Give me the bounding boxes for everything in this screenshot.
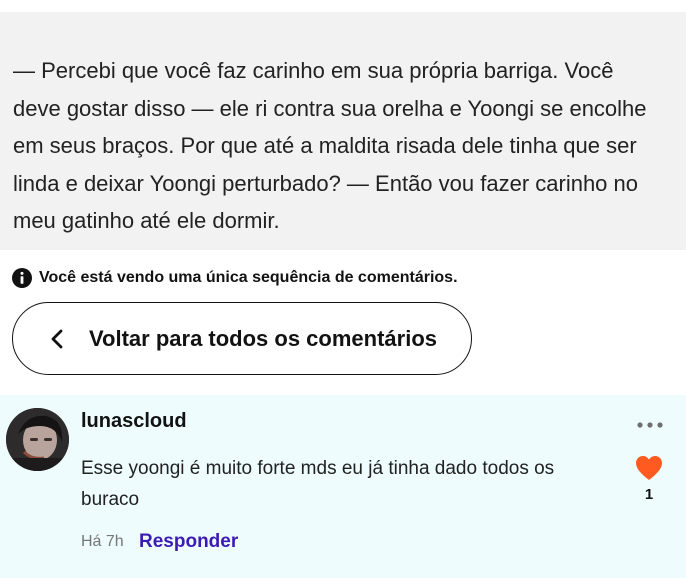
back-button-label: Voltar para todos os comentários [89,325,438,351]
comment-timestamp: Há 7h [81,533,124,550]
single-thread-notice: Você está vendo uma única sequência de c… [12,267,458,289]
comment-username[interactable]: lunascloud [81,410,187,433]
like-count: 1 [644,486,654,503]
chevron-left-icon [51,329,63,348]
avatar[interactable] [6,408,69,471]
quoted-passage: — Percebi que você faz carinho em sua pr… [0,12,686,250]
reply-button[interactable]: Responder [139,531,238,553]
info-icon [12,268,32,288]
heart-icon[interactable] [635,455,663,481]
comment-item: lunascloud Esse yoongi é muito forte mds… [0,395,686,578]
quoted-passage-text: — Percebi que você faz carinho em sua pr… [13,58,647,233]
comment-text: Esse yoongi é muito forte mds eu já tinh… [81,458,555,510]
notice-text: Você está vendo uma única sequência de c… [39,269,458,286]
more-options-icon[interactable] [636,420,664,430]
back-to-all-comments-button[interactable]: Voltar para todos os comentários [12,302,472,375]
